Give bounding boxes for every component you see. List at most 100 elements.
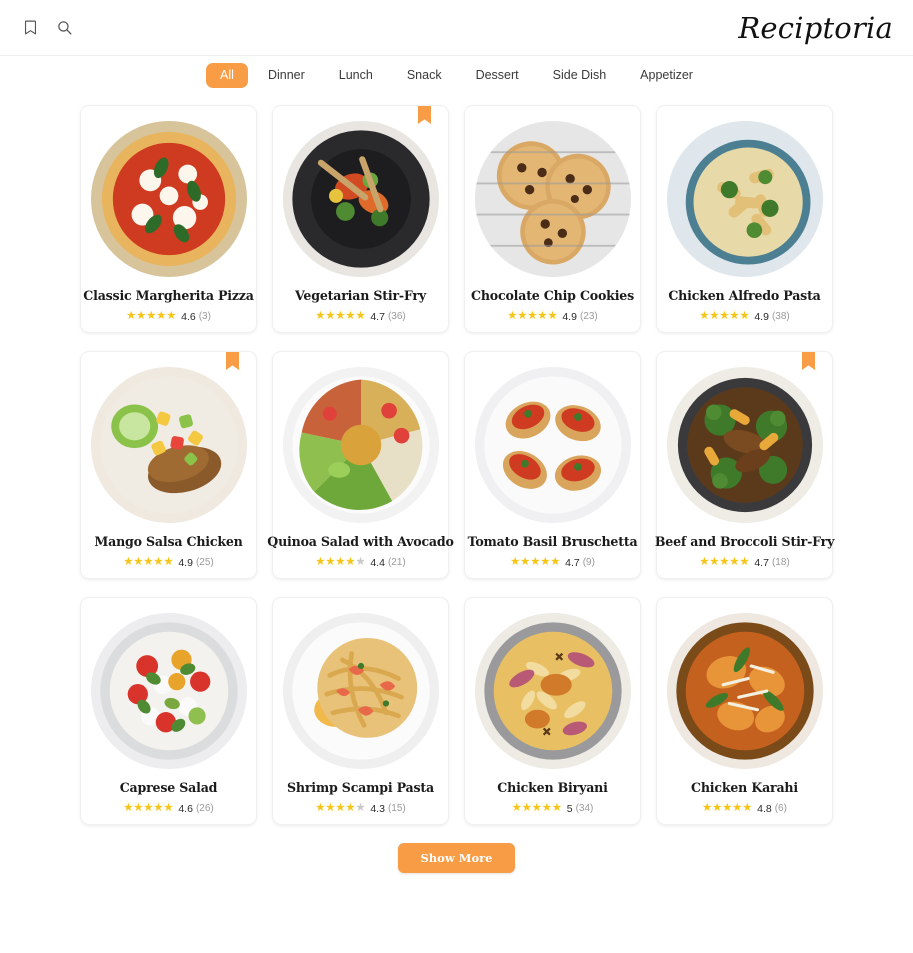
recipe-image-chicken-biryani <box>474 613 631 769</box>
recipe-thumbnail-wrap <box>666 367 823 523</box>
recipe-thumbnail-wrap <box>666 121 823 277</box>
rating-value: 4.6 <box>178 802 193 815</box>
recipe-rating: ★ ★ ★ ★ ★ 4.6 (3) <box>126 311 211 323</box>
recipe-image-quinoa-salad-avocado <box>282 367 439 523</box>
recipe-card[interactable]: Vegetarian Stir-Fry ★ ★ ★ ★ ★ 4.7 (36) <box>272 105 449 333</box>
rating-value: 4.3 <box>370 802 385 815</box>
category-tab-all[interactable]: All <box>206 63 248 88</box>
star-icon: ★ <box>702 802 713 815</box>
recipe-thumbnail-wrap <box>666 613 823 769</box>
recipe-title: Tomato Basil Bruschetta <box>467 534 638 549</box>
show-more-button[interactable]: Show More <box>398 843 515 873</box>
recipe-rating: ★ ★ ★ ★ ★ 4.4 (21) <box>315 557 405 569</box>
category-tab-side-dish[interactable]: Side Dish <box>539 63 621 88</box>
star-icon: ★ <box>719 310 730 323</box>
recipe-title: Mango Salsa Chicken <box>94 534 243 549</box>
recipe-image-mango-salsa-chicken <box>90 367 247 523</box>
rating-count: (9) <box>582 557 595 569</box>
recipe-thumbnail-wrap <box>474 367 631 523</box>
recipe-image-beef-broccoli-stir-fry <box>666 367 823 523</box>
rating-value: 4.7 <box>754 556 769 569</box>
star-icon: ★ <box>547 310 558 323</box>
recipe-thumbnail-wrap <box>90 367 247 523</box>
star-icon: ★ <box>136 310 147 323</box>
star-rating: ★ ★ ★ ★ ★ <box>315 557 365 569</box>
recipe-rating: ★ ★ ★ ★ ★ 4.9 (23) <box>507 311 597 323</box>
star-icon: ★ <box>521 802 532 815</box>
rating-value: 4.4 <box>370 556 385 569</box>
rating-value: 4.9 <box>178 556 193 569</box>
star-icon: ★ <box>325 556 336 569</box>
category-tab-appetizer[interactable]: Appetizer <box>626 63 707 88</box>
star-icon: ★ <box>335 310 346 323</box>
recipe-card[interactable]: Beef and Broccoli Stir-Fry ★ ★ ★ ★ ★ 4.7 (18… <box>655 351 834 579</box>
star-icon: ★ <box>541 802 552 815</box>
recipe-card[interactable]: Chicken Alfredo Pasta ★ ★ ★ ★ ★ 4.9 (38) <box>656 105 833 333</box>
rating-count: (15) <box>387 803 406 815</box>
star-icon: ★ <box>325 802 336 815</box>
star-icon: ★ <box>537 310 548 323</box>
star-rating: ★ ★ ★ ★ ★ <box>510 557 560 569</box>
recipe-title: Caprese Salad <box>119 780 218 795</box>
recipe-card[interactable]: Caprese Salad ★ ★ ★ ★ ★ 4.6 (26) <box>80 597 257 825</box>
star-rating: ★ ★ ★ ★ ★ <box>507 311 557 323</box>
recipe-image-shrimp-scampi-pasta <box>282 613 439 769</box>
star-icon: ★ <box>335 556 346 569</box>
rating-value: 4.9 <box>562 310 577 323</box>
category-tab-snack[interactable]: Snack <box>393 63 456 88</box>
recipe-thumbnail-wrap <box>90 121 247 277</box>
star-icon: ★ <box>335 802 346 815</box>
recipe-rating: ★ ★ ★ ★ ★ 4.9 (38) <box>699 311 789 323</box>
recipe-card[interactable]: Tomato Basil Bruschetta ★ ★ ★ ★ ★ 4.7 (9) <box>464 351 641 579</box>
recipe-card[interactable]: Quinoa Salad with Avocado ★ ★ ★ ★ ★ 4.4 (21) <box>267 351 454 579</box>
star-icon: ★ <box>315 310 326 323</box>
star-rating: ★ ★ ★ ★ ★ <box>699 557 749 569</box>
recipe-card[interactable]: Classic Margherita Pizza ★ ★ ★ ★ ★ 4.6 (3) <box>80 105 257 333</box>
recipe-image-caprese-salad <box>90 613 247 769</box>
star-icon: ★ <box>315 556 326 569</box>
star-icon: ★ <box>732 802 743 815</box>
star-icon: ★ <box>712 802 723 815</box>
star-icon: ★ <box>345 310 356 323</box>
site-logo[interactable]: Reciptoria <box>738 11 893 45</box>
star-rating: ★ ★ ★ ★ ★ <box>702 803 752 815</box>
star-icon: ★ <box>551 802 562 815</box>
category-tab-dinner[interactable]: Dinner <box>254 63 319 88</box>
star-icon: ★ <box>742 802 753 815</box>
star-icon: ★ <box>729 556 740 569</box>
star-icon: ★ <box>739 556 750 569</box>
rating-count: (18) <box>771 557 790 569</box>
recipe-card[interactable]: Chocolate Chip Cookies ★ ★ ★ ★ ★ 4.9 (23) <box>464 105 641 333</box>
star-icon: ★ <box>345 556 356 569</box>
category-tab-lunch[interactable]: Lunch <box>325 63 387 88</box>
recipe-card[interactable]: Mango Salsa Chicken ★ ★ ★ ★ ★ 4.9 (25) <box>80 351 257 579</box>
recipe-rating: ★ ★ ★ ★ ★ 4.3 (15) <box>315 803 405 815</box>
star-icon: ★ <box>550 556 561 569</box>
recipe-rating: ★ ★ ★ ★ ★ 5 (34) <box>512 803 594 815</box>
star-icon: ★ <box>507 310 518 323</box>
rating-count: (34) <box>575 803 594 815</box>
rating-count: (38) <box>771 311 790 323</box>
show-more-container: Show More <box>0 843 913 873</box>
star-icon: ★ <box>153 802 164 815</box>
category-tab-dessert[interactable]: Dessert <box>462 63 533 88</box>
star-icon: ★ <box>719 556 730 569</box>
recipe-thumbnail-wrap <box>282 121 439 277</box>
recipe-card[interactable]: Chicken Biryani ★ ★ ★ ★ ★ 5 (34) <box>464 597 641 825</box>
star-icon: ★ <box>126 310 137 323</box>
recipe-title: Shrimp Scampi Pasta <box>287 780 434 795</box>
recipe-grid: Classic Margherita Pizza ★ ★ ★ ★ ★ 4.6 (3) V… <box>0 95 913 825</box>
bookmark-icon[interactable] <box>18 16 42 40</box>
rating-value: 5 <box>566 802 573 815</box>
recipe-thumbnail-wrap <box>474 121 631 277</box>
recipe-card[interactable]: Chicken Karahi ★ ★ ★ ★ ★ 4.8 (6) <box>656 597 833 825</box>
star-icon: ★ <box>510 556 521 569</box>
star-icon: ★ <box>315 802 326 815</box>
category-nav: All Dinner Lunch Snack Dessert Side Dish Appet… <box>0 56 913 95</box>
search-icon[interactable] <box>52 16 76 40</box>
star-icon: ★ <box>531 802 542 815</box>
recipe-card[interactable]: Shrimp Scampi Pasta ★ ★ ★ ★ ★ 4.3 (15) <box>272 597 449 825</box>
rating-count: (26) <box>195 803 214 815</box>
recipe-rating: ★ ★ ★ ★ ★ 4.7 (9) <box>510 557 595 569</box>
star-rating: ★ ★ ★ ★ ★ <box>512 803 562 815</box>
